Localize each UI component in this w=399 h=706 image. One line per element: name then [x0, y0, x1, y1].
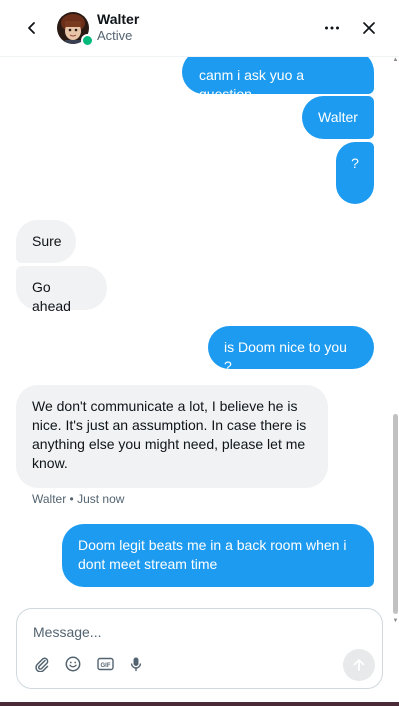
svg-text:GIF: GIF — [100, 663, 110, 669]
message-list: canm i ask yuo a question Walter ? Sure … — [0, 56, 392, 600]
chevron-left-icon — [28, 22, 35, 34]
message-text: Doom legit beats me in a back room when … — [78, 537, 347, 572]
message-bubble-outgoing[interactable]: Doom legit beats me in a back room when … — [62, 524, 374, 587]
scroll-thumb[interactable] — [393, 414, 398, 614]
chat-header: Walter Active — [0, 0, 399, 57]
message-timestamp: Walter • Just now — [32, 492, 125, 506]
message-list-scrollbar[interactable]: ▲ ▼ — [392, 56, 399, 626]
message-text: Walter — [318, 109, 358, 125]
attachment-icon — [35, 657, 49, 672]
attach-button[interactable] — [33, 655, 51, 673]
online-status-indicator — [81, 34, 94, 47]
send-button[interactable] — [343, 649, 375, 681]
message-text: Go ahead — [32, 279, 71, 314]
message-text: is Doom nice to you ? — [224, 339, 347, 374]
message-bubble-incoming[interactable]: Go ahead — [16, 266, 107, 314]
message-input[interactable] — [33, 621, 353, 643]
message-bubble-outgoing[interactable]: is Doom nice to you ? — [208, 326, 374, 374]
arrow-up-icon — [353, 659, 365, 671]
message-bubble-incoming[interactable]: Sure — [16, 220, 76, 263]
scroll-up-icon[interactable]: ▲ — [392, 56, 399, 64]
message-text: ? — [351, 155, 359, 171]
chat-window: Walter Active canm i ask yuo a question … — [0, 0, 399, 706]
emoji-button[interactable] — [64, 655, 82, 673]
message-text: Sure — [32, 233, 62, 249]
microphone-icon — [130, 657, 142, 672]
close-icon — [363, 22, 375, 34]
voice-message-button[interactable] — [127, 655, 145, 673]
message-bubble-outgoing[interactable]: Walter — [302, 96, 374, 139]
contact-name[interactable]: Walter — [97, 11, 139, 27]
emoji-icon — [65, 656, 81, 672]
message-bubble-outgoing[interactable]: canm i ask yuo a question — [182, 56, 374, 102]
close-button[interactable] — [357, 16, 381, 40]
gif-icon: GIF — [96, 657, 114, 671]
message-composer: GIF — [16, 608, 383, 689]
gif-button[interactable]: GIF — [96, 655, 114, 673]
more-options-button[interactable] — [320, 16, 344, 40]
contact-status: Active — [97, 28, 133, 43]
message-bubble-incoming[interactable]: We don't communicate a lot, I believe he… — [16, 385, 328, 488]
scroll-down-icon[interactable]: ▼ — [392, 617, 399, 625]
more-horizontal-icon — [325, 26, 339, 30]
message-text: We don't communicate a lot, I believe he… — [32, 398, 307, 471]
message-bubble-outgoing[interactable]: ? — [336, 142, 374, 204]
message-text: canm i ask yuo a question — [199, 67, 305, 102]
window-bottom-edge — [0, 702, 399, 706]
back-button[interactable] — [20, 16, 44, 40]
